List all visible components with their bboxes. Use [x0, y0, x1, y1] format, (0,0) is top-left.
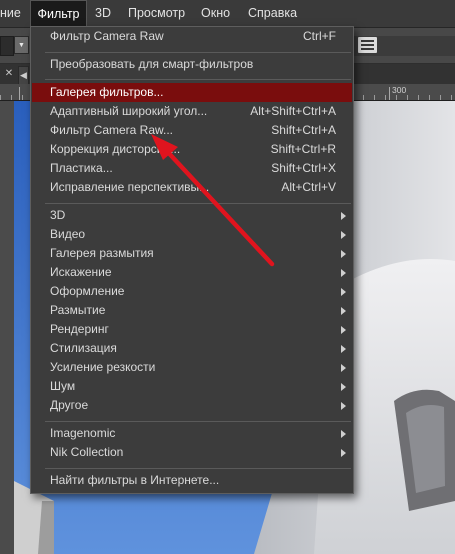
submenu-noise[interactable]: Шум — [32, 377, 352, 396]
submenu-arrow-icon — [341, 212, 346, 220]
panel-toggle-icon[interactable] — [358, 37, 377, 53]
menu-item-liquify[interactable]: Пластика... Shift+Ctrl+X — [32, 159, 352, 178]
submenu-imagenomic[interactable]: Imagenomic — [32, 424, 352, 443]
menu-window[interactable]: Окно — [201, 0, 230, 27]
menu-item-lens-correction[interactable]: Коррекция дисторсии... Shift+Ctrl+R — [32, 140, 352, 159]
submenu-arrow-icon — [341, 430, 346, 438]
submenu-arrow-icon — [341, 231, 346, 239]
menu-item-vanishing-point[interactable]: Исправление перспективы... Alt+Ctrl+V — [32, 178, 352, 197]
menu-item-browse-filters-online[interactable]: Найти фильтры в Интернете... — [32, 471, 352, 490]
submenu-video[interactable]: Видео — [32, 225, 352, 244]
submenu-arrow-icon — [341, 345, 346, 353]
options-dropdown-button[interactable]: ▼ — [14, 36, 29, 54]
menu-separator — [45, 79, 351, 80]
submenu-render-style[interactable]: Оформление — [32, 282, 352, 301]
submenu-arrow-icon — [341, 383, 346, 391]
menu-item-convert-smart-filters[interactable]: Преобразовать для смарт-фильтров — [32, 55, 352, 74]
menu-item-adaptive-wide-angle[interactable]: Адаптивный широкий угол... Alt+Shift+Ctr… — [32, 102, 352, 121]
submenu-arrow-icon — [341, 326, 346, 334]
menu-item-camera-raw-last[interactable]: Фильтр Camera Raw Ctrl+F — [32, 27, 352, 46]
menu-separator — [45, 203, 351, 204]
submenu-blur[interactable]: Размытие — [32, 301, 352, 320]
menu-help[interactable]: Справка — [248, 0, 297, 27]
menu-view[interactable]: Просмотр — [128, 0, 185, 27]
tab-close-icon[interactable]: ✕ — [2, 67, 16, 81]
submenu-distort[interactable]: Искажение — [32, 263, 352, 282]
filter-dropdown-menu: Фильтр Camera Raw Ctrl+F Преобразовать д… — [30, 26, 354, 494]
submenu-arrow-icon — [341, 250, 346, 258]
menu-bar: ние Фильтр 3D Просмотр Окно Справка — [0, 0, 455, 28]
submenu-render[interactable]: Рендеринг — [32, 320, 352, 339]
submenu-arrow-icon — [341, 449, 346, 457]
submenu-stylize[interactable]: Стилизация — [32, 339, 352, 358]
submenu-nik-collection[interactable]: Nik Collection — [32, 443, 352, 462]
submenu-arrow-icon — [341, 402, 346, 410]
submenu-arrow-icon — [341, 269, 346, 277]
document-tab[interactable]: ◀ — [18, 66, 29, 84]
submenu-arrow-icon — [341, 288, 346, 296]
menu-separator — [45, 468, 351, 469]
ruler-label: 300 — [392, 85, 407, 95]
menu-editing[interactable]: ние — [0, 0, 21, 27]
menu-item-filter-gallery[interactable]: Галерея фильтров... — [32, 83, 352, 102]
options-combo[interactable] — [0, 36, 14, 56]
menu-item-camera-raw-filter[interactable]: Фильтр Camera Raw... Shift+Ctrl+A — [32, 121, 352, 140]
menu-separator — [45, 52, 351, 53]
submenu-arrow-icon — [341, 307, 346, 315]
vertical-ruler — [0, 101, 14, 554]
submenu-other[interactable]: Другое — [32, 396, 352, 415]
menu-3d[interactable]: 3D — [95, 0, 111, 27]
menu-filter[interactable]: Фильтр — [30, 0, 87, 27]
submenu-sharpen[interactable]: Усиление резкости — [32, 358, 352, 377]
submenu-3d[interactable]: 3D — [32, 206, 352, 225]
menu-separator — [45, 421, 351, 422]
submenu-arrow-icon — [341, 364, 346, 372]
submenu-blur-gallery[interactable]: Галерея размытия — [32, 244, 352, 263]
